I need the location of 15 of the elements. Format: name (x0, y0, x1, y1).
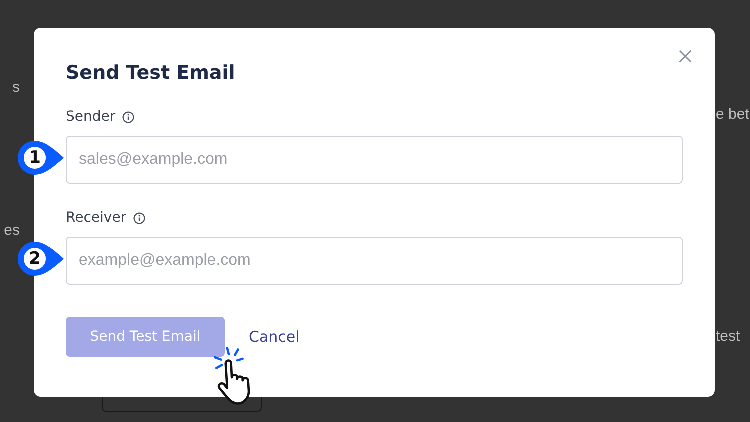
background-text: e bet (716, 106, 750, 123)
close-icon[interactable] (678, 49, 693, 64)
background-text: test (716, 328, 742, 345)
dialog-title: Send Test Email (66, 62, 236, 84)
step-marker: 2 (17, 241, 65, 277)
text-input-field[interactable]: example@example.com (66, 237, 683, 285)
info-icon[interactable] (122, 110, 135, 124)
cancel-link[interactable]: Cancel (249, 328, 300, 346)
step-marker: 1 (17, 140, 65, 176)
background-text: s (12, 79, 20, 96)
field-label: Receiver (66, 210, 127, 226)
background-text: es (3, 222, 20, 239)
text-input-field[interactable]: sales@example.com (66, 136, 683, 184)
info-icon[interactable] (132, 212, 146, 224)
field-label: Sender (66, 109, 116, 125)
